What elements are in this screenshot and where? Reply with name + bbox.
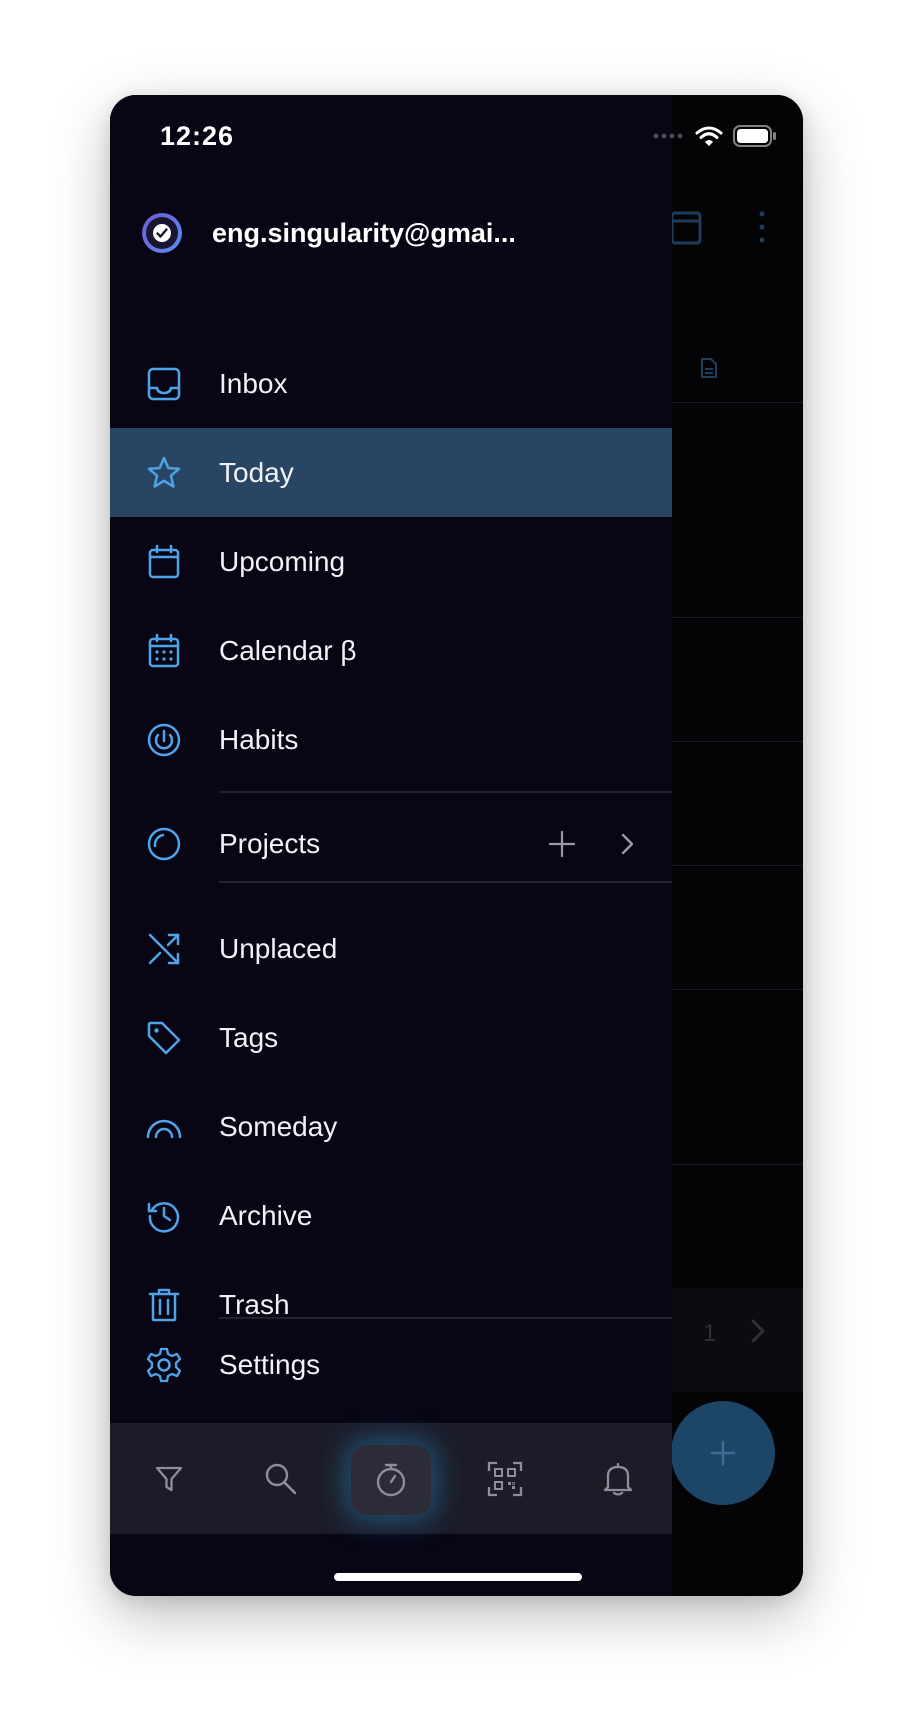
account-email: eng.singularity@gmai... bbox=[212, 217, 516, 248]
nav-label: Habits bbox=[219, 723, 299, 755]
nav-item-unplaced[interactable]: Unplaced bbox=[110, 904, 672, 993]
gear-icon bbox=[146, 1347, 182, 1382]
nav-item-today[interactable]: Today bbox=[110, 428, 672, 517]
nav-label: Settings bbox=[219, 1348, 321, 1380]
timer-icon bbox=[376, 1463, 406, 1497]
nav-label: Calendar β bbox=[219, 634, 357, 666]
qr-scan-icon bbox=[487, 1461, 523, 1496]
filter-button[interactable] bbox=[124, 1423, 214, 1534]
add-project-button[interactable] bbox=[547, 829, 577, 859]
chevron-right-icon[interactable] bbox=[750, 1317, 766, 1345]
shuffle-icon bbox=[148, 933, 180, 964]
nav-label: Someday bbox=[219, 1110, 338, 1142]
divider bbox=[219, 791, 672, 793]
more-vertical-icon[interactable] bbox=[756, 209, 768, 245]
notifications-button[interactable] bbox=[573, 1423, 663, 1534]
divider bbox=[672, 741, 803, 742]
nav-item-tags[interactable]: Tags bbox=[110, 993, 672, 1082]
search-button[interactable] bbox=[236, 1423, 326, 1534]
phone-frame: 1 12:26 eng.singularity@gmai... Inbox To… bbox=[110, 95, 803, 1596]
status-indicators bbox=[653, 125, 777, 147]
inbox-icon bbox=[147, 367, 181, 400]
status-time: 12:26 bbox=[160, 121, 235, 151]
divider bbox=[219, 1317, 672, 1319]
habits-icon bbox=[147, 723, 181, 756]
search-icon bbox=[265, 1463, 297, 1494]
plus-icon bbox=[710, 1440, 736, 1466]
nav-label: Archive bbox=[219, 1199, 313, 1231]
divider bbox=[672, 1164, 803, 1165]
nav-label: Unplaced bbox=[219, 932, 338, 964]
trash-icon bbox=[148, 1288, 180, 1321]
nav-label: Projects bbox=[219, 827, 321, 859]
pagination-bar bbox=[672, 1288, 803, 1392]
divider bbox=[672, 989, 803, 990]
divider bbox=[672, 617, 803, 618]
calendar-icon[interactable] bbox=[668, 207, 704, 247]
navigation-drawer: eng.singularity@gmai... Inbox Today Upco… bbox=[110, 95, 672, 1596]
bell-icon bbox=[603, 1462, 633, 1496]
add-task-button[interactable] bbox=[671, 1401, 775, 1505]
nav-label: Inbox bbox=[219, 367, 288, 399]
battery-icon bbox=[733, 125, 776, 147]
rainbow-icon bbox=[146, 1119, 182, 1138]
projects-icon bbox=[147, 827, 181, 860]
divider bbox=[672, 402, 803, 403]
avatar bbox=[142, 213, 182, 253]
nav-label: Upcoming bbox=[219, 545, 346, 577]
nav-label: Tags bbox=[219, 1021, 279, 1053]
nav-item-archive[interactable]: Archive bbox=[110, 1171, 672, 1260]
check-icon bbox=[153, 224, 171, 242]
cellular-signal-icon bbox=[653, 133, 683, 139]
home-indicator[interactable] bbox=[334, 1573, 582, 1581]
nav-item-calendar[interactable]: Calendar β bbox=[110, 606, 672, 695]
account-switcher[interactable]: eng.singularity@gmai... bbox=[142, 213, 516, 253]
nav-label: Today bbox=[219, 456, 294, 488]
divider bbox=[672, 865, 803, 866]
history-icon bbox=[147, 1201, 180, 1233]
timer-button[interactable] bbox=[351, 1445, 431, 1515]
nav-item-someday[interactable]: Someday bbox=[110, 1082, 672, 1171]
star-icon bbox=[147, 456, 181, 488]
calendar-icon bbox=[148, 544, 180, 578]
nav-item-projects[interactable]: Projects bbox=[110, 799, 672, 888]
wifi-icon bbox=[695, 126, 723, 146]
nav-item-inbox[interactable]: Inbox bbox=[110, 339, 672, 428]
chevron-right-icon[interactable] bbox=[618, 830, 638, 858]
scan-button[interactable] bbox=[460, 1423, 550, 1534]
bottom-toolbar bbox=[110, 1423, 672, 1534]
nav-item-habits[interactable]: Habits bbox=[110, 695, 672, 784]
note-icon bbox=[701, 358, 717, 378]
filter-icon bbox=[155, 1466, 183, 1491]
nav-item-settings[interactable]: Settings bbox=[110, 1320, 672, 1409]
tag-icon bbox=[147, 1021, 181, 1054]
page-number: 1 bbox=[703, 1320, 717, 1347]
nav-label: Trash bbox=[219, 1288, 290, 1320]
divider bbox=[219, 881, 672, 883]
calendar-grid-icon bbox=[148, 633, 180, 667]
nav-item-upcoming[interactable]: Upcoming bbox=[110, 517, 672, 606]
